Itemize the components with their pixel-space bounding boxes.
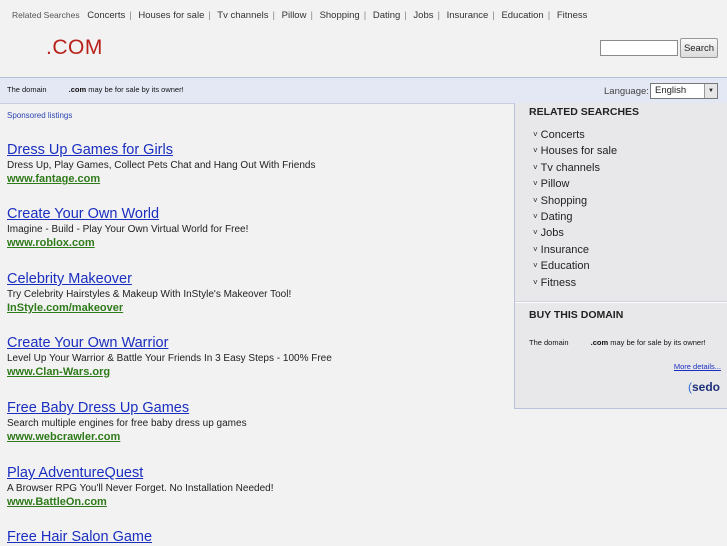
- search-input[interactable]: [600, 40, 678, 56]
- search-button[interactable]: Search: [680, 38, 718, 58]
- domain-info-strip: The domain .com may be for sale by its ow…: [0, 77, 727, 104]
- listing-title[interactable]: Free Hair Salon Game: [7, 529, 152, 546]
- top-link-fitness[interactable]: Fitness: [557, 10, 588, 21]
- related-link-jobs[interactable]: Jobs: [541, 227, 564, 239]
- list-item: ˅ Dating: [533, 209, 617, 225]
- top-link-tv-channels[interactable]: Tv channels: [217, 10, 268, 21]
- language-value: English: [655, 85, 687, 96]
- related-searches-list: ˅ Concerts ˅ Houses for sale ˅ Tv channels …: [533, 127, 617, 291]
- listing-url[interactable]: www.roblox.com: [7, 236, 248, 250]
- listing-title[interactable]: Free Baby Dress Up Games: [7, 400, 247, 417]
- listing-title[interactable]: Play AdventureQuest: [7, 465, 274, 482]
- listing: Celebrity Makeover Try Celebrity Hairsty…: [7, 271, 291, 315]
- top-link-shopping[interactable]: Shopping: [320, 10, 360, 21]
- list-item: ˅ Shopping: [533, 193, 617, 209]
- dropdown-arrow-icon: ▼: [704, 84, 717, 98]
- listing-title[interactable]: Create Your Own Warrior: [7, 335, 332, 352]
- listing: Free Baby Dress Up Games Search multiple…: [7, 400, 247, 444]
- related-link-pillow[interactable]: Pillow: [541, 178, 570, 190]
- related-link-concerts[interactable]: Concerts: [541, 129, 585, 141]
- related-link-dating[interactable]: Dating: [541, 211, 573, 223]
- bullet-icon: ˅: [533, 130, 538, 139]
- bullet-icon: ˅: [533, 179, 538, 189]
- related-link-insurance[interactable]: Insurance: [541, 244, 589, 256]
- bullet-icon: ˅: [533, 277, 538, 287]
- bullet-icon: ˅: [533, 228, 538, 238]
- sedo-logo[interactable]: (sedo: [688, 380, 720, 394]
- listing-title[interactable]: Create Your Own World: [7, 206, 248, 223]
- list-item: ˅ Insurance: [533, 242, 617, 258]
- language-select[interactable]: English ▼: [650, 83, 718, 99]
- list-item: ˅ Houses for sale: [533, 143, 617, 159]
- listing: Create Your Own Warrior Level Up Your Wa…: [7, 335, 332, 379]
- panel-divider: [515, 301, 727, 303]
- sponsored-listings-label: Sponsored listings: [7, 111, 73, 120]
- listing-description: Level Up Your Warrior & Battle Your Frie…: [7, 353, 332, 364]
- bullet-icon: ˅: [533, 244, 538, 254]
- bullet-icon: ˅: [533, 146, 538, 156]
- top-link-insurance[interactable]: Insurance: [447, 10, 489, 21]
- buy-domain-heading: BUY THIS DOMAIN: [529, 309, 624, 321]
- related-link-shopping[interactable]: Shopping: [541, 195, 588, 207]
- top-related-searches: Related Searches Concerts | Houses for sa…: [12, 10, 588, 21]
- listing-url[interactable]: www.Clan-Wars.org: [7, 365, 332, 379]
- related-link-houses-for-sale[interactable]: Houses for sale: [541, 145, 617, 157]
- listing: Create Your Own World Imagine - Build - …: [7, 206, 248, 250]
- top-link-pillow[interactable]: Pillow: [282, 10, 307, 21]
- related-searches-lead: Related Searches: [12, 10, 80, 20]
- list-item: ˅ Jobs: [533, 225, 617, 241]
- related-searches-heading: RELATED SEARCHES: [529, 106, 640, 118]
- listing: Free Hair Salon Game: [7, 529, 152, 546]
- list-item: ˅ Fitness: [533, 275, 617, 291]
- related-link-tv-channels[interactable]: Tv channels: [541, 162, 600, 174]
- language-label: Language:: [604, 86, 649, 97]
- listing-description: Imagine - Build - Play Your Own Virtual …: [7, 224, 249, 235]
- top-link-jobs[interactable]: Jobs: [413, 10, 433, 21]
- listing-url[interactable]: www.BattleOn.com: [7, 495, 274, 509]
- domain-for-sale-message: The domain .com may be for sale by its ow…: [7, 85, 184, 94]
- more-details-link[interactable]: More details...: [674, 362, 721, 371]
- related-link-fitness[interactable]: Fitness: [541, 277, 576, 289]
- right-panel: RELATED SEARCHES ˅ Concerts ˅ Houses for s…: [514, 103, 727, 409]
- list-item: ˅ Concerts: [533, 127, 617, 143]
- list-item: ˅ Education: [533, 258, 617, 274]
- buy-domain-message: The domain .com may be for sale by its ow…: [529, 338, 706, 347]
- top-link-education[interactable]: Education: [501, 10, 543, 21]
- top-link-concerts[interactable]: Concerts: [87, 10, 125, 21]
- listing-description: A Browser RPG You'll Never Forget. No In…: [7, 483, 274, 494]
- listing: Dress Up Games for Girls Dress Up, Play …: [7, 142, 315, 186]
- listing-url[interactable]: www.webcrawler.com: [7, 430, 247, 444]
- listing-url[interactable]: www.fantage.com: [7, 172, 315, 186]
- bullet-icon: ˅: [533, 162, 538, 172]
- top-link-houses-for-sale[interactable]: Houses for sale: [138, 10, 204, 21]
- top-link-dating[interactable]: Dating: [373, 10, 400, 21]
- bullet-icon: ˅: [533, 195, 538, 205]
- related-link-education[interactable]: Education: [541, 260, 590, 272]
- listing-description: Dress Up, Play Games, Collect Pets Chat …: [7, 160, 316, 171]
- list-item: ˅ Pillow: [533, 176, 617, 192]
- listing-description: Search multiple engines for free baby dr…: [7, 418, 247, 429]
- listing: Play AdventureQuest A Browser RPG You'll…: [7, 465, 274, 509]
- bullet-icon: ˅: [533, 261, 538, 271]
- site-logo[interactable]: .COM: [46, 36, 103, 60]
- listing-description: Try Celebrity Hairstyles & Makeup With I…: [7, 289, 292, 300]
- list-item: ˅ Tv channels: [533, 160, 617, 176]
- listing-title[interactable]: Dress Up Games for Girls: [7, 142, 315, 159]
- bullet-icon: ˅: [533, 212, 538, 222]
- listing-url[interactable]: InStyle.com/makeover: [7, 301, 291, 315]
- listing-title[interactable]: Celebrity Makeover: [7, 271, 291, 288]
